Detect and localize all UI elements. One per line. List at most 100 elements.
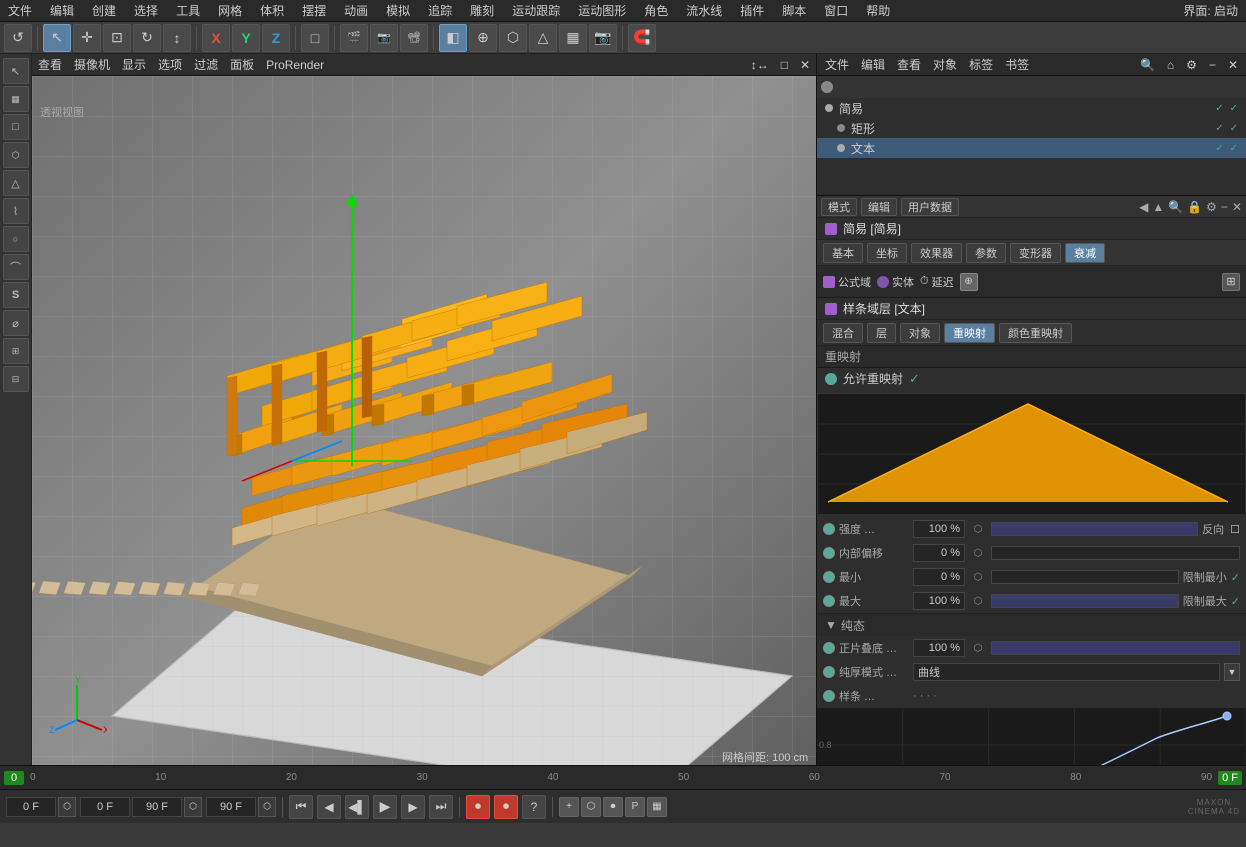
vp-menu-display[interactable]: 显示 bbox=[122, 56, 146, 73]
rp-search-icon[interactable]: 🔍 bbox=[1138, 58, 1157, 72]
uv-button[interactable]: △ bbox=[529, 24, 557, 52]
texture-button[interactable]: ▦ bbox=[559, 24, 587, 52]
strength-up-down[interactable]: ⬡ bbox=[969, 520, 987, 538]
menu-create[interactable]: 创建 bbox=[88, 2, 120, 19]
first-frame-button[interactable]: ⏮ bbox=[289, 795, 313, 819]
props-arrow-left[interactable]: ◀ bbox=[1139, 200, 1148, 214]
iso-button[interactable]: ⬡ bbox=[499, 24, 527, 52]
rp-settings-icon[interactable]: ⚙ bbox=[1184, 58, 1199, 72]
select-mode-button[interactable]: ↖ bbox=[43, 24, 71, 52]
props-tab-user[interactable]: 用户数据 bbox=[901, 198, 959, 216]
rp-home-icon[interactable]: ⌂ bbox=[1165, 58, 1176, 72]
spline-mode-arrow[interactable]: ▼ bbox=[1224, 663, 1240, 681]
props-tab-edit[interactable]: 编辑 bbox=[861, 198, 897, 216]
spline-mode-radio[interactable] bbox=[823, 666, 835, 678]
sidebar-triangle[interactable]: △ bbox=[3, 170, 29, 196]
sidebar-polygon[interactable]: ⬡ bbox=[3, 142, 29, 168]
props-settings2[interactable]: ⚙ bbox=[1206, 200, 1217, 214]
layout-button[interactable]: ▦ bbox=[647, 797, 667, 817]
current-frame-indicator[interactable]: 0 bbox=[4, 771, 24, 785]
attr-tab-coord[interactable]: 坐标 bbox=[867, 243, 907, 263]
add-key-button[interactable]: + bbox=[559, 797, 579, 817]
menu-shake[interactable]: 摆摆 bbox=[298, 2, 330, 19]
positive-overlay-bar[interactable] bbox=[991, 641, 1240, 655]
max-frame-arrows[interactable]: ⬡ bbox=[184, 797, 202, 817]
extra-field-btn[interactable]: ⊕ bbox=[960, 273, 978, 291]
axis-x-button[interactable]: X bbox=[202, 24, 230, 52]
rp-menu-file[interactable]: 文件 bbox=[823, 56, 851, 73]
min-frame-input[interactable] bbox=[80, 797, 130, 817]
strength-check[interactable]: ☐ bbox=[1230, 523, 1240, 536]
positive-overlay-radio[interactable] bbox=[823, 642, 835, 654]
help-button[interactable]: ? bbox=[522, 795, 546, 819]
ch-tab-remap[interactable]: 重映射 bbox=[944, 323, 995, 343]
menu-motion-track[interactable]: 运动跟踪 bbox=[508, 2, 564, 19]
undo-button[interactable]: ↺ bbox=[4, 24, 32, 52]
motion-record-button[interactable]: P bbox=[625, 797, 645, 817]
menu-window[interactable]: 窗口 bbox=[820, 2, 852, 19]
sidebar-box[interactable]: □ bbox=[3, 114, 29, 140]
wireframe-button[interactable]: ⊕ bbox=[469, 24, 497, 52]
rp-menu-view[interactable]: 查看 bbox=[895, 56, 923, 73]
scale-button[interactable]: ⊡ bbox=[103, 24, 131, 52]
rp-menu-tags[interactable]: 标签 bbox=[967, 56, 995, 73]
props-arrow-up[interactable]: ▲ bbox=[1152, 200, 1164, 214]
shading-button[interactable]: ◧ bbox=[439, 24, 467, 52]
move-button[interactable]: ✛ bbox=[73, 24, 101, 52]
prev-frame-button[interactable]: ◀ bbox=[317, 795, 341, 819]
vp-menu-options[interactable]: 选项 bbox=[158, 56, 182, 73]
next-frame-button[interactable]: ▶ bbox=[401, 795, 425, 819]
sidebar-select[interactable]: ↖ bbox=[3, 58, 29, 84]
record-button[interactable]: ⏺ bbox=[466, 795, 490, 819]
object-mode-button[interactable]: □ bbox=[301, 24, 329, 52]
strength-value[interactable]: 100 % bbox=[913, 520, 965, 538]
max-limit-check[interactable]: ✓ bbox=[1231, 595, 1240, 608]
props-lock[interactable]: 🔒 bbox=[1187, 200, 1202, 214]
attr-tab-param[interactable]: 参数 bbox=[966, 243, 1006, 263]
vp-menu-panel[interactable]: 面板 bbox=[230, 56, 254, 73]
positive-overlay-arrows[interactable]: ⬡ bbox=[969, 639, 987, 657]
internal-offset-radio[interactable] bbox=[823, 547, 835, 559]
min-radio[interactable] bbox=[823, 571, 835, 583]
max-radio[interactable] bbox=[823, 595, 835, 607]
menu-script[interactable]: 脚本 bbox=[778, 2, 810, 19]
menu-track[interactable]: 追踪 bbox=[424, 2, 456, 19]
menu-tools[interactable]: 工具 bbox=[172, 2, 204, 19]
vp-icon-pan[interactable]: ↕↔ bbox=[751, 58, 769, 72]
cam-button[interactable]: 📷 bbox=[589, 24, 617, 52]
max-value[interactable]: 100 % bbox=[913, 592, 965, 610]
internal-offset-arrows[interactable]: ⬡ bbox=[969, 544, 987, 562]
props-tab-mode[interactable]: 模式 bbox=[821, 198, 857, 216]
sidebar-arch[interactable]: ⌒ bbox=[3, 254, 29, 280]
menu-file[interactable]: 文件 bbox=[4, 2, 36, 19]
rp-minus-icon[interactable]: − bbox=[1207, 58, 1218, 72]
strength-bar[interactable] bbox=[991, 522, 1198, 536]
max-arrows[interactable]: ⬡ bbox=[969, 592, 987, 610]
end-frame-arrows[interactable]: ⬡ bbox=[258, 797, 276, 817]
record-option-button[interactable]: ⏺ bbox=[494, 795, 518, 819]
menu-sculpt[interactable]: 雕刻 bbox=[466, 2, 498, 19]
menu-character[interactable]: 角色 bbox=[640, 2, 672, 19]
solid-field-btn[interactable]: 实体 bbox=[877, 274, 914, 290]
play-forward-button[interactable]: ▶ bbox=[373, 795, 397, 819]
spline-header[interactable]: ▼ 纯态 bbox=[817, 614, 1246, 636]
menu-volume[interactable]: 体积 bbox=[256, 2, 288, 19]
menu-select[interactable]: 选择 bbox=[130, 2, 162, 19]
ch-tab-blend[interactable]: 混合 bbox=[823, 323, 863, 343]
allow-remap-radio[interactable] bbox=[825, 373, 837, 385]
menu-plugin[interactable]: 插件 bbox=[736, 2, 768, 19]
end-frame-input[interactable] bbox=[206, 797, 256, 817]
min-limit-check[interactable]: ✓ bbox=[1231, 571, 1240, 584]
sidebar-grid-lock[interactable]: ⊞ bbox=[3, 338, 29, 364]
vp-icon-close[interactable]: ✕ bbox=[800, 58, 810, 72]
props-search[interactable]: 🔍 bbox=[1168, 200, 1183, 214]
internal-offset-value[interactable]: 0 % bbox=[913, 544, 965, 562]
render-region-button[interactable]: 🎬 bbox=[340, 24, 368, 52]
vp-icon-fullscreen[interactable]: □ bbox=[781, 58, 788, 72]
internal-offset-bar[interactable] bbox=[991, 546, 1240, 560]
rp-menu-object[interactable]: 对象 bbox=[931, 56, 959, 73]
rp-close-icon[interactable]: ✕ bbox=[1226, 58, 1240, 72]
object-item-text[interactable]: 文本 ✓ ✓ bbox=[817, 138, 1246, 158]
rp-menu-bookmarks[interactable]: 书签 bbox=[1003, 56, 1031, 73]
menu-help[interactable]: 帮助 bbox=[862, 2, 894, 19]
